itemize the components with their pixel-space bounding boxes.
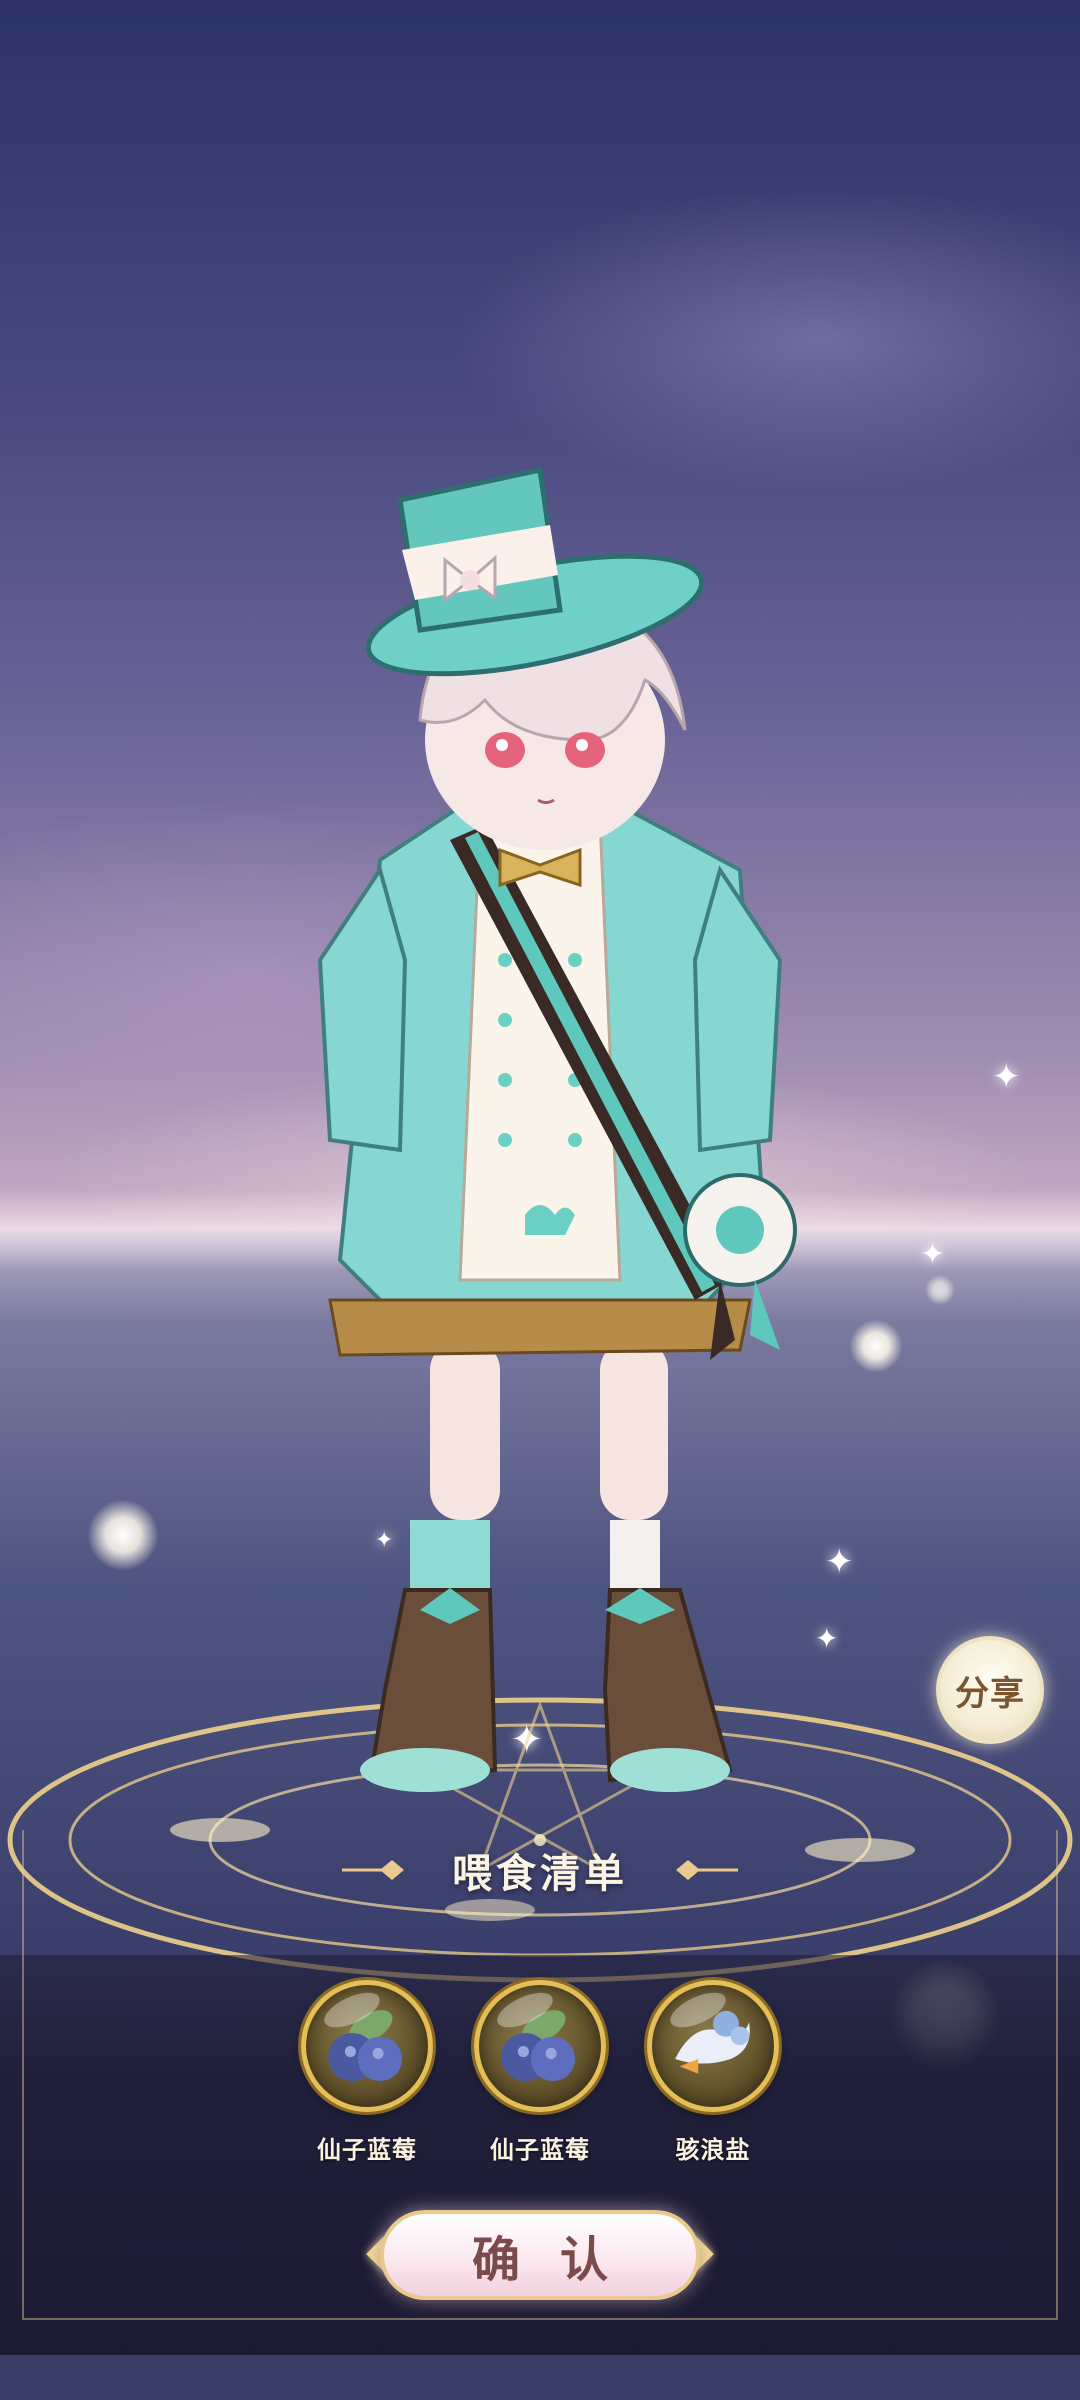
bottom-strip [0, 2355, 1080, 2400]
sparkle-icon: ✦ [920, 1237, 946, 1272]
food-item-label: 仙子蓝莓 [490, 2136, 590, 2164]
food-item[interactable]: 仙子蓝莓 [465, 1980, 615, 2180]
game-scene: ✦ ✦ ✦ ✦ ✦ ✦ 分享 喂食清单 仙子蓝莓 仙子蓝莓 骇浪盐 确认 [0, 0, 1080, 2400]
fairy-blueberry-icon [474, 1980, 606, 2112]
confirm-button[interactable]: 确认 [380, 2210, 700, 2300]
wave-salt-icon [647, 1980, 779, 2112]
light-orb [850, 1320, 902, 1372]
food-item-label: 仙子蓝莓 [317, 2136, 417, 2164]
panel-title: 喂食清单 [452, 1850, 628, 1897]
sparkle-icon: ✦ [992, 1057, 1021, 1097]
panel-header: 喂食清单 [0, 1835, 1080, 1905]
light-orb [88, 1500, 158, 1570]
ornament-left-icon [342, 1860, 404, 1880]
light-orb [925, 1275, 955, 1305]
share-label: 分享 [955, 1673, 1025, 1714]
fairy-blueberry-icon [301, 1980, 433, 2112]
ornament-right-icon [676, 1860, 738, 1880]
share-button[interactable]: 分享 [936, 1636, 1044, 1744]
food-list: 仙子蓝莓 仙子蓝莓 骇浪盐 [0, 1980, 1080, 2180]
food-item[interactable]: 骇浪盐 [638, 1980, 788, 2180]
confirm-label: 确认 [471, 2232, 648, 2288]
food-item-label: 骇浪盐 [675, 2136, 751, 2164]
food-item[interactable]: 仙子蓝莓 [292, 1980, 442, 2180]
character-model [317, 466, 797, 1792]
